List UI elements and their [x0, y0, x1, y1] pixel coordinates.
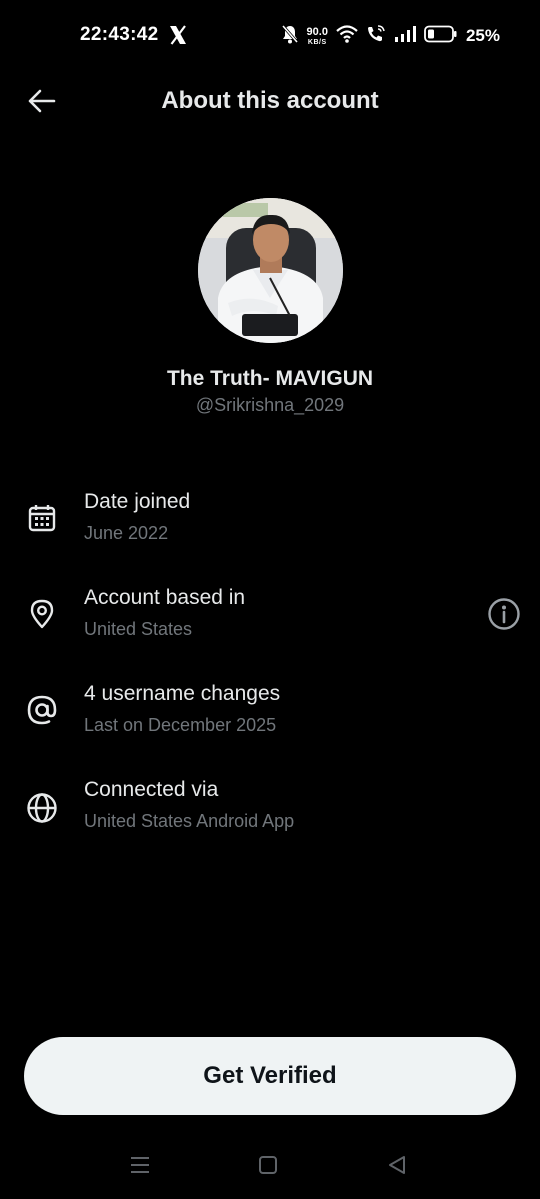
nav-back-button[interactable]: [382, 1152, 412, 1182]
info-row-account-based-in: Account based in United States: [0, 586, 540, 656]
username-handle: @Srikrishna_2029: [195, 395, 345, 415]
menu-icon: [129, 1155, 151, 1180]
nav-menu-button[interactable]: [125, 1152, 155, 1182]
info-row-connected-via: Connected via United States Android App: [0, 778, 540, 848]
signal-icon: [394, 25, 416, 47]
nav-home-button[interactable]: [253, 1152, 283, 1182]
display-name: The Truth- MAVIGUN: [166, 367, 374, 390]
info-subtitle: Last on December 2025: [84, 715, 277, 735]
info-title: Account based in: [84, 586, 246, 609]
get-verified-button[interactable]: Get Verified: [24, 1037, 516, 1115]
info-title: 4 username changes: [84, 682, 281, 705]
net-speed-value: 90.0: [306, 25, 328, 38]
info-subtitle: June 2022: [84, 523, 169, 543]
globe-icon: [24, 790, 60, 826]
x-logo-icon: [169, 25, 187, 45]
home-square-icon: [258, 1155, 278, 1180]
location-pin-icon: [24, 596, 60, 632]
info-subtitle: United States Android App: [84, 811, 295, 831]
wifi-icon: [336, 24, 358, 48]
info-row-username-changes: 4 username changes Last on December 2025: [0, 682, 540, 752]
info-row-date-joined: Date joined June 2022: [0, 490, 540, 560]
wifi-calling-icon: [366, 24, 386, 48]
info-subtitle: United States: [84, 619, 193, 639]
status-icons: 90.0 KB/S 25%: [281, 22, 500, 50]
at-sign-icon: [24, 692, 60, 728]
net-speed-unit: KB/S: [307, 38, 327, 46]
status-bar: 22:43:42 90.0 KB/S 25%: [0, 0, 540, 72]
battery-icon: [424, 25, 458, 48]
calendar-icon: [24, 500, 60, 536]
net-speed: 90.0 KB/S: [306, 25, 328, 46]
avatar[interactable]: [198, 198, 343, 343]
info-title: Connected via: [84, 778, 219, 801]
battery-percent: 25%: [465, 26, 500, 45]
back-triangle-icon: [387, 1155, 407, 1180]
mute-icon: [281, 24, 299, 49]
info-icon[interactable]: [486, 596, 522, 632]
info-title: Date joined: [84, 490, 191, 513]
status-time: 22:43:42: [80, 24, 159, 45]
page-title: About this account: [161, 87, 379, 114]
